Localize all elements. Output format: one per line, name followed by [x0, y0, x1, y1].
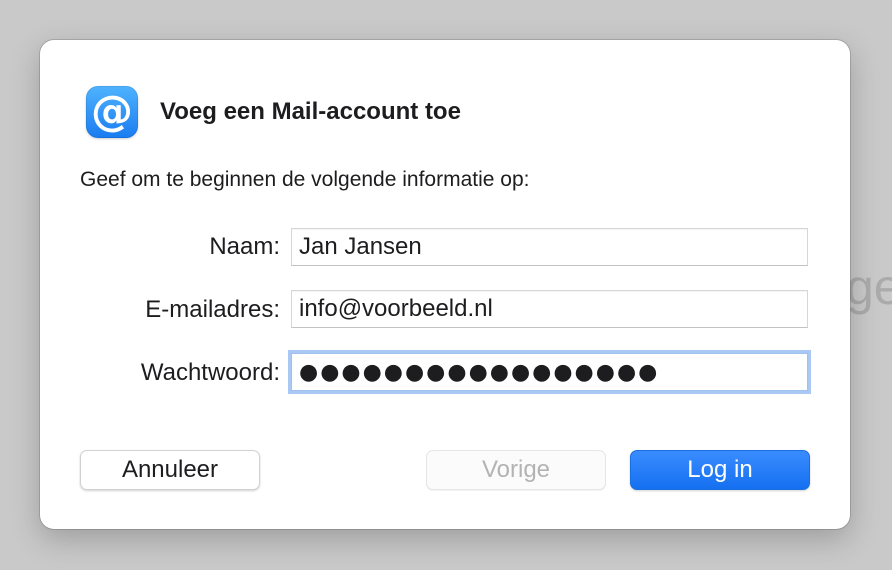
- background-window-text: ge: [846, 259, 892, 315]
- name-label: Naam:: [209, 233, 280, 260]
- add-mail-account-dialog: @ Voeg een Mail-account toe Geef om te b…: [40, 40, 850, 529]
- cancel-button[interactable]: Annuleer: [80, 450, 260, 490]
- login-button[interactable]: Log in: [630, 450, 810, 490]
- previous-button[interactable]: Vorige: [426, 450, 606, 490]
- name-field-value: Jan Jansen: [299, 233, 422, 260]
- mail-at-sign-icon: @: [86, 86, 138, 138]
- email-field-value: info@voorbeeld.nl: [299, 295, 493, 322]
- dialog-title: Voeg een Mail-account toe: [160, 98, 461, 125]
- dialog-subtitle: Geef om te beginnen de volgende informat…: [80, 168, 530, 191]
- email-field[interactable]: info@voorbeeld.nl: [291, 290, 808, 328]
- password-field[interactable]: ●●●●●●●●●●●●●●●●●: [291, 353, 808, 391]
- at-sign-glyph: @: [91, 85, 133, 135]
- password-field-masked-value: ●●●●●●●●●●●●●●●●●: [299, 360, 660, 385]
- password-label: Wachtwoord:: [140, 359, 280, 386]
- email-label: E-mailadres:: [145, 296, 280, 323]
- name-field[interactable]: Jan Jansen: [291, 228, 808, 266]
